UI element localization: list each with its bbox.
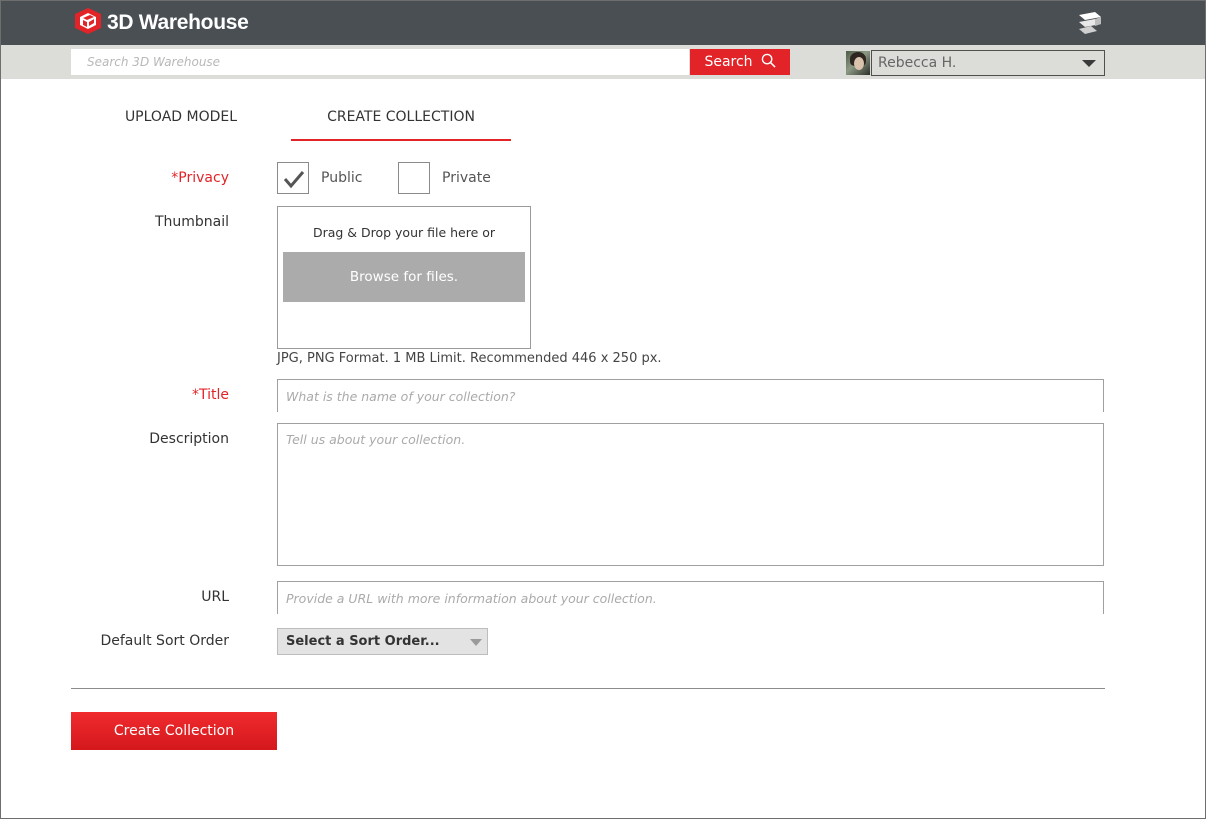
logo[interactable]: 3D Warehouse (73, 7, 249, 40)
app-name: 3D Warehouse (107, 11, 249, 34)
search-button[interactable]: Search (690, 49, 790, 75)
url-label: URL (201, 589, 229, 605)
search-button-label: Search (704, 54, 753, 70)
create-collection-button[interactable]: Create Collection (71, 712, 277, 750)
warehouse-logo-icon (73, 7, 103, 40)
chevron-down-icon (470, 639, 482, 646)
description-textarea[interactable] (277, 423, 1104, 566)
user-menu-dropdown[interactable]: Rebecca H. (871, 50, 1105, 76)
url-input[interactable] (277, 581, 1104, 614)
description-label: Description (149, 431, 229, 447)
app-window: 3D Warehouse Search Rebecca H. U (0, 0, 1206, 819)
checkmark-icon (283, 171, 305, 189)
private-checkbox[interactable] (398, 162, 430, 194)
thumbnail-hint: JPG, PNG Format. 1 MB Limit. Recommended… (277, 351, 662, 366)
public-checkbox[interactable] (277, 162, 309, 194)
sort-order-label: Default Sort Order (100, 633, 229, 649)
browse-files-button[interactable]: Browse for files. (283, 252, 525, 302)
top-bar: 3D Warehouse (1, 1, 1205, 45)
search-input[interactable] (71, 49, 689, 75)
public-label: Public (321, 170, 363, 186)
chevron-down-icon (1082, 60, 1096, 67)
sketchup-menu-icon[interactable] (1075, 9, 1103, 37)
thumbnail-label: Thumbnail (154, 214, 229, 230)
search-icon (761, 53, 776, 72)
sort-order-value: Select a Sort Order... (286, 634, 440, 649)
sort-order-select[interactable]: Select a Sort Order... (277, 628, 488, 655)
thumbnail-dropzone[interactable]: Drag & Drop your file here or Browse for… (277, 206, 531, 349)
avatar[interactable] (846, 51, 870, 75)
search-bar: Search Rebecca H. (1, 45, 1205, 79)
title-input[interactable] (277, 379, 1104, 412)
privacy-label: *Privacy (171, 170, 229, 186)
tab-create-collection[interactable]: CREATE COLLECTION (291, 109, 511, 141)
drop-text: Drag & Drop your file here or (312, 225, 496, 240)
title-label: *Title (191, 387, 229, 403)
tab-upload-model[interactable]: UPLOAD MODEL (101, 109, 261, 139)
divider (71, 688, 1105, 689)
user-name: Rebecca H. (878, 55, 957, 71)
private-label: Private (442, 170, 491, 186)
